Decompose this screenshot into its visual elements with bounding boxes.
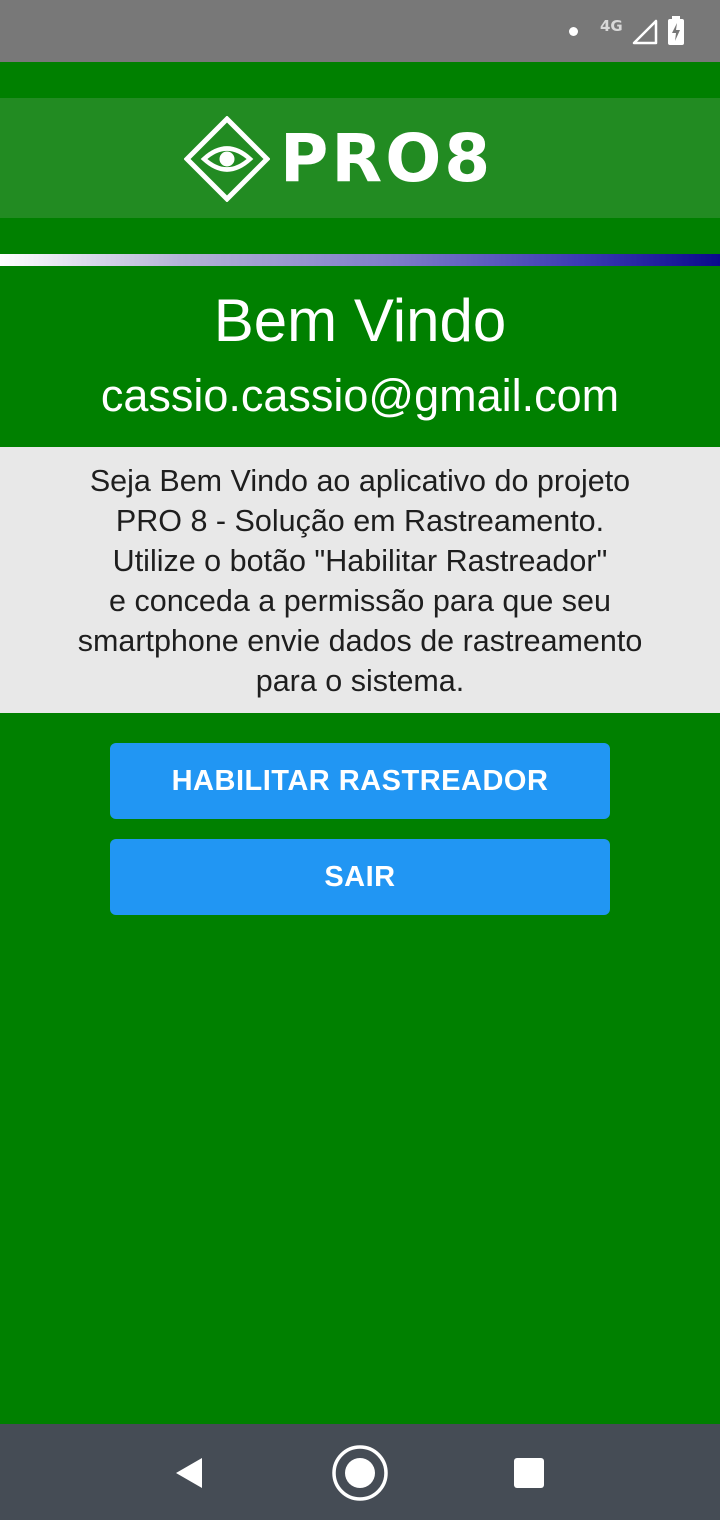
recents-icon[interactable] [513, 1457, 545, 1489]
gradient-divider [0, 254, 720, 266]
user-email: cassio.cassio@gmail.com [100, 370, 620, 421]
welcome-title: Bem Vindo [213, 287, 507, 354]
pro8-logo: PRO8 [184, 116, 544, 202]
eye-diamond-icon [184, 116, 270, 202]
home-icon[interactable] [330, 1443, 390, 1503]
notification-dot-icon [569, 27, 578, 36]
battery-charging-icon [668, 16, 684, 45]
back-icon[interactable] [172, 1456, 206, 1490]
header-banner: PRO8 [0, 98, 720, 218]
status-bar: 4G [0, 0, 720, 62]
app-screen: PRO8 Bem Vindo cassio.cassio@gmail.com S… [0, 62, 720, 1424]
enable-tracker-button[interactable]: HABILITAR RASTREADOR [110, 743, 610, 819]
info-panel: Seja Bem Vindo ao aplicativo do projeto … [0, 447, 720, 713]
logo-text: PRO8 [280, 120, 494, 197]
signal-icon [632, 19, 658, 45]
network-type-label: 4G [600, 17, 623, 35]
navigation-bar [0, 1424, 720, 1520]
info-text: Seja Bem Vindo ao aplicativo do projeto … [77, 464, 643, 698]
exit-button[interactable]: SAIR [110, 839, 610, 915]
